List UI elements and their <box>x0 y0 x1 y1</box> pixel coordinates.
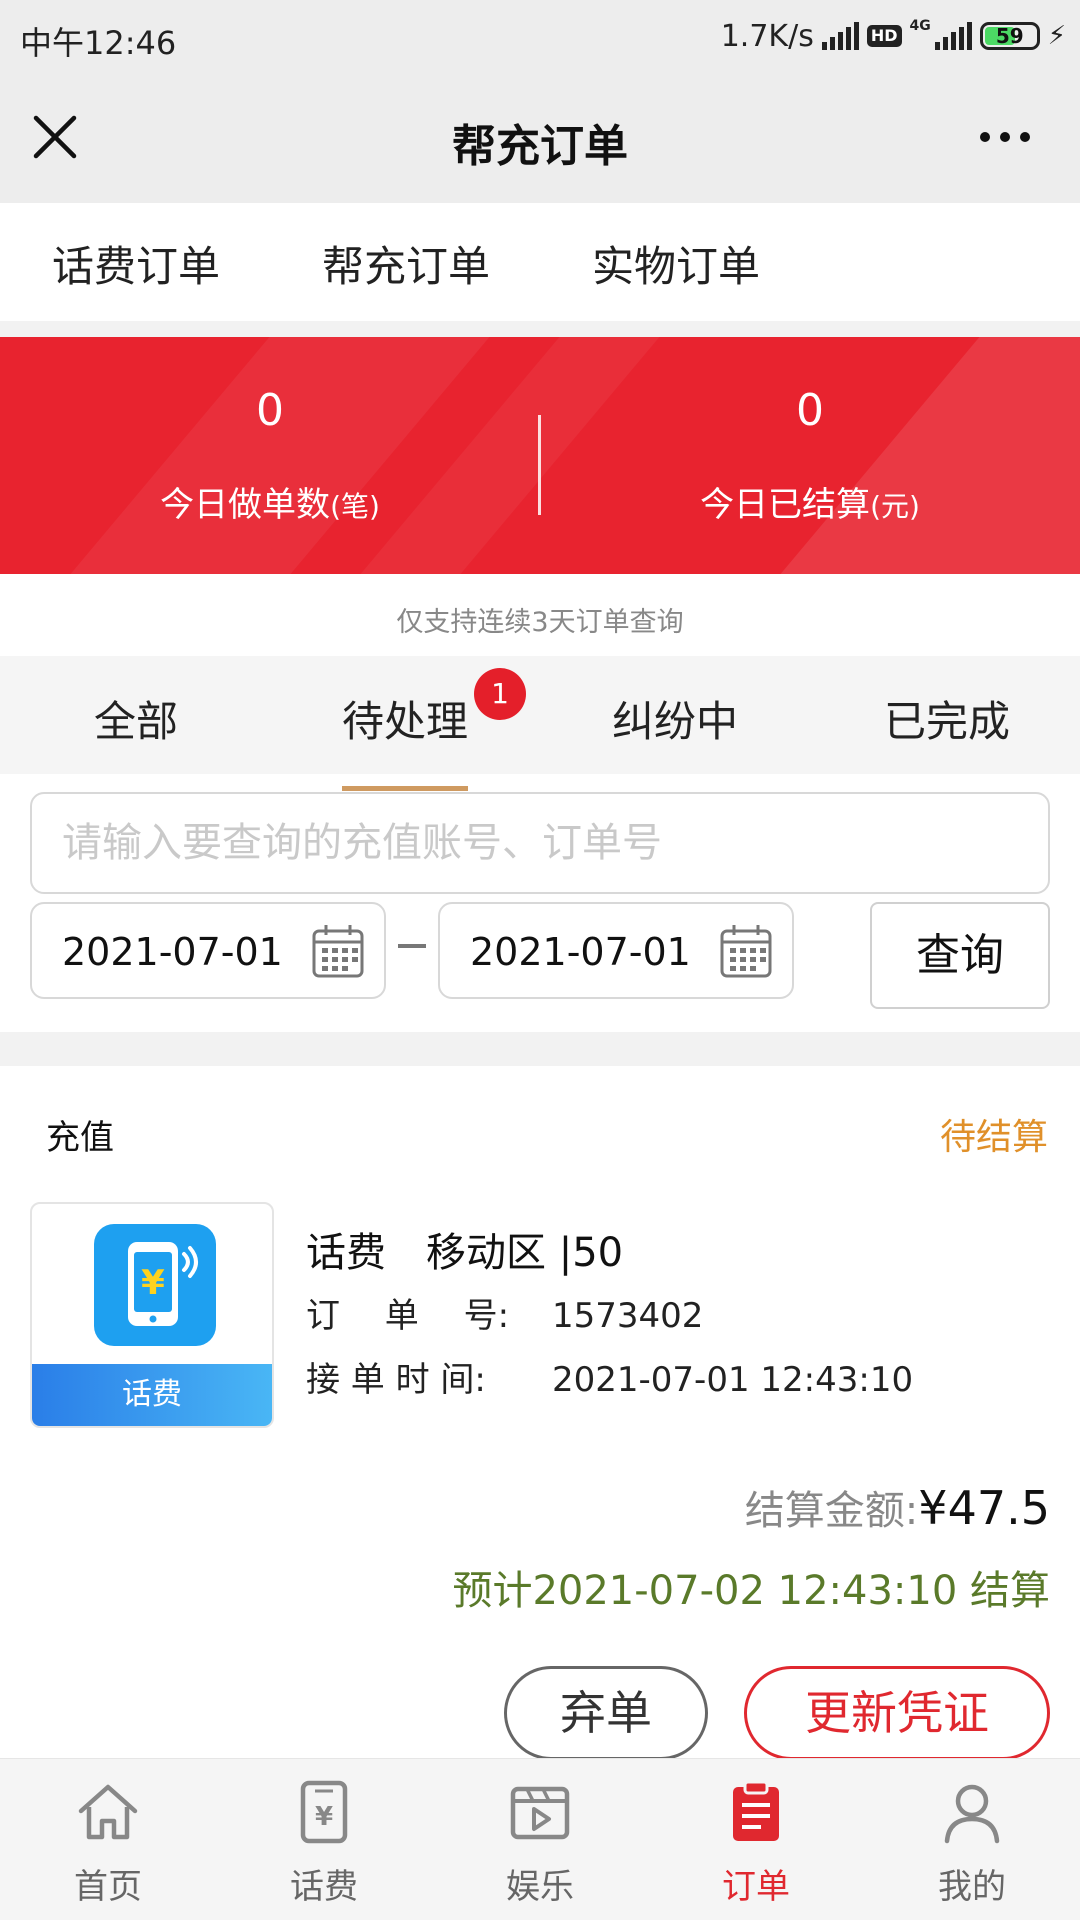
nav-profile[interactable]: 我的 <box>864 1759 1080 1920</box>
end-date-field[interactable]: 2021-07-01 <box>438 902 794 999</box>
today-orders-value: 0 <box>256 385 284 436</box>
order-number-key: 订 单 号: <box>306 1296 510 1336</box>
date-range-separator <box>398 944 426 948</box>
tab-phone-bill-orders[interactable]: 话费订单 <box>52 233 220 294</box>
cell-signal-icon <box>934 22 972 50</box>
settlement-eta: 预计2021-07-02 12:43:10 结算 <box>452 1568 1050 1614</box>
page-title: 帮充订单 <box>452 121 628 172</box>
order-icon <box>733 1780 779 1841</box>
pending-count-badge: 1 <box>474 668 527 720</box>
product-thumbnail: ¥ 话费 <box>30 1202 274 1428</box>
tab-label: 纠纷中 <box>612 697 739 746</box>
order-title: 话费 移动区 |50 <box>306 1230 624 1276</box>
query-button[interactable]: 查询 <box>870 902 1050 1009</box>
order-status: 待结算 <box>939 1117 1048 1158</box>
bottom-nav: 首页 ¥ 话费 娱乐 订单 我的 <box>0 1758 1080 1920</box>
nav-label: 我的 <box>938 1867 1006 1907</box>
charging-icon: ⚡ <box>1047 21 1066 51</box>
tab-label: 帮充订单 <box>322 242 491 291</box>
svg-text:¥: ¥ <box>315 1802 333 1832</box>
tab-pending[interactable]: 待处理 1 <box>342 668 527 791</box>
status-time: 中午12:46 <box>20 24 177 62</box>
home-icon <box>78 1784 138 1840</box>
today-orders-stat: 0 今日做单数(笔) <box>0 337 540 574</box>
battery-icon: 59 <box>979 22 1040 50</box>
settlement-amount: 结算金额:¥47.5 <box>745 1478 1050 1536</box>
phone-bill-icon: ¥ <box>300 1780 348 1844</box>
tab-completed[interactable]: 已完成 <box>884 688 1010 749</box>
tab-label: 实物订单 <box>592 242 761 291</box>
abandon-order-button[interactable]: 弃单 <box>504 1666 708 1760</box>
order-number-row: 订 单 号: 1573402 <box>306 1288 703 1337</box>
calendar-icon <box>720 925 772 978</box>
update-voucher-button[interactable]: 更新凭证 <box>744 1666 1050 1760</box>
order-type-tabs: 话费订单 帮充订单 实物订单 <box>0 203 1080 328</box>
nav-label: 娱乐 <box>506 1867 574 1907</box>
stats-banner: 0 今日做单数(笔) 0 今日已结算(元) <box>0 337 1080 574</box>
nav-home[interactable]: 首页 <box>0 1759 216 1920</box>
search-input[interactable] <box>30 792 1050 894</box>
tab-all[interactable]: 全部 <box>94 688 178 749</box>
thumbnail-label: 话费 <box>32 1364 272 1426</box>
tab-label: 话费订单 <box>52 242 221 291</box>
accept-time-key: 接 单 时 间: <box>306 1360 486 1400</box>
accept-time: 2021-07-01 12:43:10 <box>552 1360 914 1400</box>
tab-label: 全部 <box>94 697 179 746</box>
network-type: 4G <box>909 18 931 34</box>
start-date-value: 2021-07-01 <box>62 930 283 974</box>
net-speed: 1.7K/s <box>720 18 814 54</box>
hd-badge: HD <box>866 25 902 47</box>
title-bar: 帮充订单 <box>0 72 1080 203</box>
start-date-field[interactable]: 2021-07-01 <box>30 902 386 999</box>
today-orders-label: 今日做单数(笔) <box>160 485 380 525</box>
calendar-icon <box>312 925 364 978</box>
tab-physical-orders[interactable]: 实物订单 <box>592 233 760 294</box>
nav-entertainment[interactable]: 娱乐 <box>432 1759 648 1920</box>
settlement-amount-label: 结算金额: <box>744 1488 919 1534</box>
tab-disputed[interactable]: 纠纷中 <box>612 688 738 749</box>
video-icon <box>510 1786 570 1840</box>
nav-phone-bill[interactable]: ¥ 话费 <box>216 1759 432 1920</box>
status-bar: 中午12:46 1.7K/s HD 4G 59 ⚡ <box>0 0 1080 72</box>
user-icon <box>944 1784 1000 1844</box>
end-date-value: 2021-07-01 <box>470 930 691 974</box>
today-settled-value: 0 <box>796 385 824 436</box>
today-settled-label: 今日已结算(元) <box>700 485 920 525</box>
svg-text:¥: ¥ <box>141 1263 165 1303</box>
wifi-signal-icon <box>821 22 859 50</box>
divider <box>0 321 1080 337</box>
tab-label: 已完成 <box>884 697 1011 746</box>
active-tab-indicator <box>342 786 469 791</box>
accept-time-row: 接 单 时 间: 2021-07-01 12:43:10 <box>306 1352 913 1401</box>
more-icon <box>980 132 990 142</box>
divider <box>0 1032 1080 1066</box>
nav-label: 首页 <box>74 1867 142 1907</box>
battery-level: 59 <box>995 24 1024 48</box>
nav-orders[interactable]: 订单 <box>648 1759 864 1920</box>
tab-help-recharge-orders[interactable]: 帮充订单 <box>322 233 491 328</box>
status-indicators: 1.7K/s HD 4G 59 ⚡ <box>721 16 1066 56</box>
recharge-account-label: 充值 <box>46 1118 114 1158</box>
query-hint: 仅支持连续3天订单查询 <box>396 607 684 638</box>
order-number: 1573402 <box>552 1296 704 1336</box>
nav-label: 订单 <box>722 1867 790 1907</box>
nav-label: 话费 <box>290 1867 358 1907</box>
tab-label: 待处理 <box>342 697 469 746</box>
today-settled-stat: 0 今日已结算(元) <box>540 337 1080 574</box>
more-button[interactable] <box>970 122 1040 152</box>
phone-bill-icon: ¥ <box>94 1224 216 1346</box>
settlement-amount-value: ¥47.5 <box>918 1481 1050 1535</box>
status-tabs: 全部 待处理 1 纠纷中 已完成 <box>0 656 1080 791</box>
